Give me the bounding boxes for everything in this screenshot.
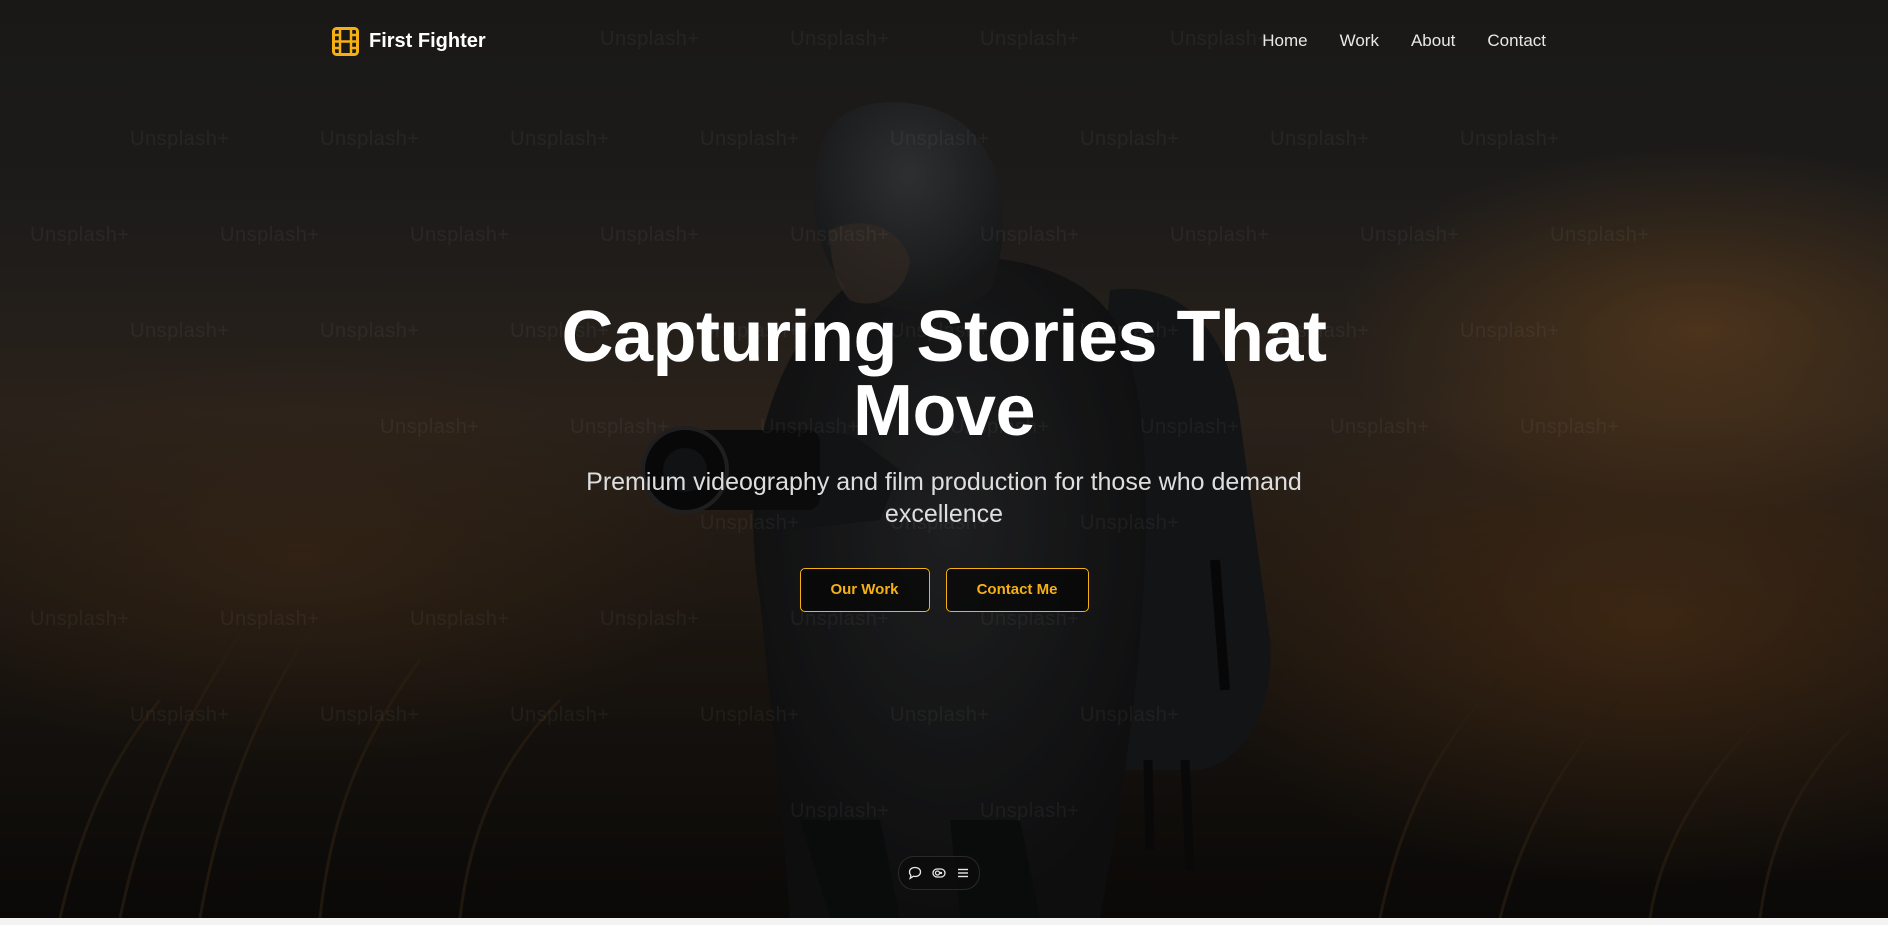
watermark-text: Unsplash+	[220, 608, 320, 630]
watermark-text: Unsplash+	[980, 800, 1080, 822]
nav-link-work[interactable]: Work	[1340, 31, 1379, 51]
nav-link-home[interactable]: Home	[1262, 31, 1307, 51]
watermark-text: Unsplash+	[410, 224, 510, 246]
watermark-text: Unsplash+	[890, 704, 990, 726]
contact-me-button[interactable]: Contact Me	[945, 568, 1089, 612]
watermark-text: Unsplash+	[1360, 224, 1460, 246]
page-bottom-edge	[0, 918, 1888, 925]
watermark-text: Unsplash+	[890, 128, 990, 150]
watermark-text: Unsplash+	[30, 608, 130, 630]
our-work-button[interactable]: Our Work	[799, 568, 930, 612]
top-navbar: First Fighter Home Work About Contact	[332, 24, 1546, 58]
watermark-text: Unsplash+	[790, 224, 890, 246]
hero-content: Capturing Stories That Move Premium vide…	[444, 300, 1444, 612]
watermark-text: Unsplash+	[510, 128, 610, 150]
floating-toolbar	[898, 856, 980, 890]
watermark-text: Unsplash+	[1460, 320, 1560, 342]
nav-link-about[interactable]: About	[1411, 31, 1455, 51]
watermark-text: Unsplash+	[510, 704, 610, 726]
watermark-text: Unsplash+	[1270, 128, 1370, 150]
watermark-text: Unsplash+	[1170, 224, 1270, 246]
visibility-toggle-button[interactable]	[932, 866, 946, 880]
brand-name: First Fighter	[369, 29, 486, 52]
cta-row: Our Work Contact Me	[444, 568, 1444, 612]
comment-button[interactable]	[908, 866, 922, 880]
watermark-text: Unsplash+	[700, 128, 800, 150]
watermark-text: Unsplash+	[320, 128, 420, 150]
watermark-text: Unsplash+	[130, 128, 230, 150]
nav-link-contact[interactable]: Contact	[1487, 31, 1546, 51]
hero-title: Capturing Stories That Move	[561, 297, 1327, 451]
watermark-text: Unsplash+	[790, 800, 890, 822]
comment-icon	[908, 866, 922, 880]
watermark-text: Unsplash+	[1080, 128, 1180, 150]
watermark-text: Unsplash+	[130, 704, 230, 726]
watermark-text: Unsplash+	[130, 320, 230, 342]
watermark-text: Unsplash+	[700, 704, 800, 726]
watermark-text: Unsplash+	[1520, 416, 1620, 438]
menu-button[interactable]	[956, 866, 970, 880]
watermark-text: Unsplash+	[220, 224, 320, 246]
watermark-text: Unsplash+	[30, 224, 130, 246]
film-icon	[332, 26, 359, 56]
nav-links: Home Work About Contact	[1262, 31, 1546, 51]
brand-logo-link[interactable]: First Fighter	[332, 26, 486, 56]
watermark-text: Unsplash+	[320, 704, 420, 726]
watermark-text: Unsplash+	[600, 224, 700, 246]
watermark-text: Unsplash+	[1550, 224, 1650, 246]
menu-icon	[958, 868, 968, 878]
watermark-text: Unsplash+	[1080, 704, 1180, 726]
eye-toggle-icon	[932, 868, 946, 878]
hero-subtitle: Premium videography and film production …	[586, 468, 1302, 528]
watermark-text: Unsplash+	[980, 224, 1080, 246]
watermark-text: Unsplash+	[1460, 128, 1560, 150]
hero-section: Unsplash+ Unsplash+ Unsplash+ Unsplash+ Uns…	[0, 0, 1888, 918]
